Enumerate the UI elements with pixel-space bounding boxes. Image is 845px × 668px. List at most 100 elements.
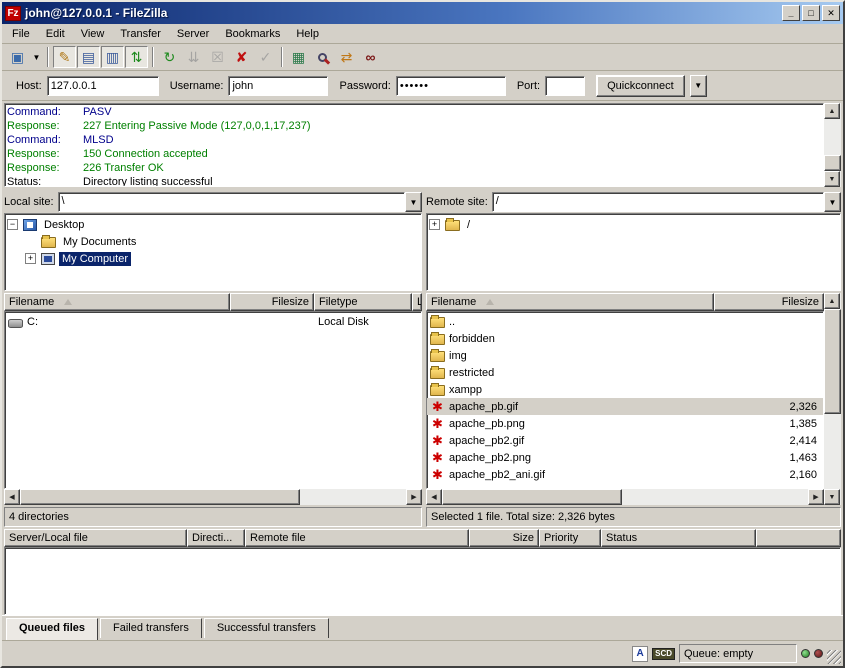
column-header-status[interactable]: Status — [601, 529, 756, 547]
remote-file-row[interactable]: restricted — [427, 364, 823, 381]
toggle-local-tree-button[interactable]: ▤ — [77, 46, 100, 68]
local-site-combo[interactable]: \ ▼ — [58, 192, 422, 212]
remote-vertical-scrollbar[interactable]: ▲ ▼ — [824, 293, 841, 505]
column-header-size[interactable]: Size — [469, 529, 539, 547]
speed-limit-badge-icon[interactable]: SCD — [652, 648, 675, 660]
remote-horizontal-scrollbar[interactable]: ◀ ▶ — [426, 489, 824, 505]
column-header-filesize[interactable]: Filesize — [230, 293, 314, 311]
toggle-remote-tree-button[interactable]: ▥ — [101, 46, 124, 68]
filename-filter-button[interactable] — [311, 46, 334, 68]
remote-file-row[interactable]: ✱apache_pb.png1,385 — [427, 415, 823, 432]
quickconnect-dropdown[interactable]: ▼ — [690, 75, 707, 97]
host-input[interactable] — [47, 76, 159, 96]
ascii-transfer-type-icon[interactable]: A — [632, 646, 648, 662]
local-horizontal-scrollbar[interactable]: ◀ ▶ — [4, 489, 422, 505]
scroll-up-arrow[interactable]: ▲ — [824, 293, 840, 309]
port-input[interactable] — [545, 76, 585, 96]
local-file-row[interactable]: C: Local Disk — [5, 313, 421, 330]
tree-item-desktop[interactable]: − Desktop — [7, 216, 419, 233]
tree-item-label[interactable]: My Documents — [60, 235, 139, 249]
local-site-dropdown[interactable]: ▼ — [405, 192, 422, 212]
scroll-thumb[interactable] — [824, 155, 841, 171]
column-header-filename[interactable]: Filename — [4, 293, 230, 311]
tab-failed-transfers[interactable]: Failed transfers — [100, 618, 202, 638]
transfer-queue-list[interactable] — [4, 547, 841, 615]
column-header-filesize[interactable]: Filesize — [714, 293, 824, 311]
remote-site-combo[interactable]: / ▼ — [492, 192, 841, 212]
column-header-lastmodified[interactable]: L — [412, 293, 422, 311]
remote-site-dropdown[interactable]: ▼ — [824, 192, 841, 212]
remote-file-row[interactable]: ✱apache_pb2.gif2,414 — [427, 432, 823, 449]
column-header-priority[interactable]: Priority — [539, 529, 601, 547]
reconnect-button[interactable]: ✓ — [254, 46, 277, 68]
scroll-down-arrow[interactable]: ▼ — [824, 171, 840, 187]
title-bar[interactable]: Fz john@127.0.0.1 - FileZilla _ □ ✕ — [2, 2, 843, 24]
scroll-thumb[interactable] — [20, 489, 300, 505]
site-manager-dropdown[interactable]: ▼ — [30, 46, 43, 68]
remote-file-row-selected[interactable]: ✱apache_pb.gif2,326 — [427, 398, 823, 415]
tab-queued-files[interactable]: Queued files — [6, 618, 98, 640]
remote-file-row[interactable]: ✱apache_pb2.png1,463 — [427, 449, 823, 466]
username-input[interactable] — [228, 76, 328, 96]
log-vertical-scrollbar[interactable]: ▲ ▼ — [824, 103, 841, 187]
synchronized-browsing-button[interactable]: ⇄ — [335, 46, 358, 68]
tree-item-label[interactable]: / — [464, 218, 473, 232]
column-header-remote-file[interactable]: Remote file — [245, 529, 469, 547]
remote-file-row[interactable]: xampp — [427, 381, 823, 398]
expand-icon[interactable]: + — [429, 219, 440, 230]
scroll-track[interactable] — [622, 489, 808, 505]
menu-view[interactable]: View — [73, 26, 113, 42]
tree-item-root[interactable]: + / — [429, 216, 838, 233]
tree-item-my-computer[interactable]: + My Computer — [7, 250, 419, 267]
toggle-queue-button[interactable]: ⇅ — [125, 46, 148, 68]
scroll-right-arrow[interactable]: ▶ — [808, 489, 824, 505]
local-site-value[interactable]: \ — [58, 192, 405, 212]
scroll-left-arrow[interactable]: ◀ — [4, 489, 20, 505]
expand-icon[interactable]: + — [25, 253, 36, 264]
scroll-track[interactable] — [824, 119, 841, 155]
tree-item-label[interactable]: My Computer — [59, 252, 131, 266]
remote-file-row[interactable]: ✱apache_pb2_ani.gif2,160 — [427, 466, 823, 483]
column-header-server-local-file[interactable]: Server/Local file — [4, 529, 187, 547]
file-name: C: — [27, 316, 38, 328]
scroll-up-arrow[interactable]: ▲ — [824, 103, 840, 119]
menu-bookmarks[interactable]: Bookmarks — [217, 26, 288, 42]
menu-transfer[interactable]: Transfer — [112, 26, 169, 42]
find-files-button[interactable]: ∞ — [359, 46, 382, 68]
scroll-track[interactable] — [824, 414, 841, 489]
scroll-track[interactable] — [300, 489, 406, 505]
tree-item-my-documents[interactable]: My Documents — [7, 233, 419, 250]
maximize-button[interactable]: □ — [802, 5, 820, 21]
scroll-thumb[interactable] — [442, 489, 622, 505]
menu-edit[interactable]: Edit — [38, 26, 73, 42]
menu-file[interactable]: File — [4, 26, 38, 42]
remote-file-row[interactable]: img — [427, 347, 823, 364]
site-manager-button[interactable]: ▣ — [6, 46, 29, 68]
directory-comparison-button[interactable]: ▦ — [287, 46, 310, 68]
scroll-down-arrow[interactable]: ▼ — [824, 489, 840, 505]
column-header-filetype[interactable]: Filetype — [314, 293, 412, 311]
disconnect-button[interactable]: ✘ — [230, 46, 253, 68]
remote-file-row[interactable]: .. — [427, 313, 823, 330]
scroll-right-arrow[interactable]: ▶ — [406, 489, 422, 505]
tree-item-label[interactable]: Desktop — [41, 218, 87, 232]
cancel-button[interactable]: ☒ — [206, 46, 229, 68]
menu-help[interactable]: Help — [288, 26, 327, 42]
close-button[interactable]: ✕ — [822, 5, 840, 21]
password-input[interactable] — [396, 76, 506, 96]
tab-successful-transfers[interactable]: Successful transfers — [204, 618, 329, 638]
minimize-button[interactable]: _ — [782, 5, 800, 21]
menu-server[interactable]: Server — [169, 26, 217, 42]
column-header-filename[interactable]: Filename — [426, 293, 714, 311]
refresh-button[interactable]: ↻ — [158, 46, 181, 68]
toggle-message-log-button[interactable]: ✎ — [53, 46, 76, 68]
resize-grip[interactable] — [827, 650, 841, 664]
remote-file-row[interactable]: forbidden — [427, 330, 823, 347]
scroll-thumb[interactable] — [824, 309, 841, 414]
remote-site-value[interactable]: / — [492, 192, 824, 212]
collapse-icon[interactable]: − — [7, 219, 18, 230]
process-queue-button[interactable]: ⇊ — [182, 46, 205, 68]
column-header-direction[interactable]: Directi... — [187, 529, 245, 547]
scroll-left-arrow[interactable]: ◀ — [426, 489, 442, 505]
quickconnect-button[interactable]: Quickconnect — [596, 75, 685, 97]
